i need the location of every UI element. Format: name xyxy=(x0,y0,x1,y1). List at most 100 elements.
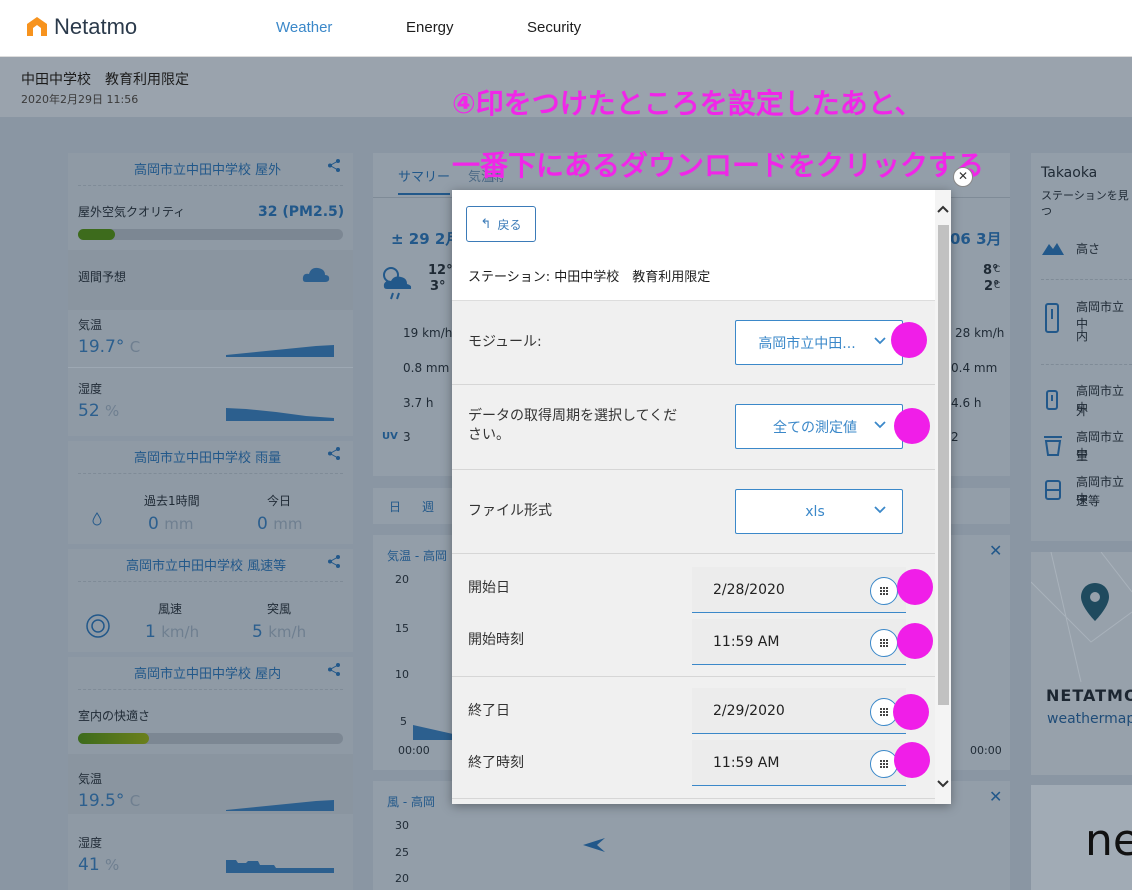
forecast-label: 週間予想 xyxy=(78,270,127,284)
card-title: 高岡市立中田中学校 風速等 xyxy=(126,559,287,574)
rain-gauge-icon xyxy=(1044,436,1062,456)
promo-panel: ne xyxy=(1031,785,1132,890)
start-row: 開始日 2/28/2020 開始時刻 11:59 AM xyxy=(452,554,935,677)
wind-gust-value: 5 km/h xyxy=(252,622,307,642)
temp-value: 19.5° C xyxy=(78,791,141,811)
start-date-input[interactable]: 2/28/2020 xyxy=(692,567,906,613)
brand-name: NETATMO xyxy=(1046,686,1132,705)
modal-station-label: ステーション: 中田中学校 教育利用限定 xyxy=(468,270,711,285)
deg-unit: C xyxy=(994,265,1001,275)
end-date-input[interactable]: 2/29/2020 xyxy=(692,688,906,734)
close-icon[interactable]: ✕ xyxy=(989,787,1002,806)
chevron-down-icon xyxy=(874,421,886,429)
anemometer-icon xyxy=(1045,480,1061,500)
range-day[interactable]: 日 xyxy=(389,498,401,515)
module-select[interactable]: 高岡市立中田... xyxy=(735,320,903,365)
end-time-input[interactable]: 11:59 AM xyxy=(692,740,906,786)
card-title: 高岡市立中田中学校 雨量 xyxy=(134,451,282,466)
period-select[interactable]: 全ての測定値 xyxy=(735,404,903,449)
annotation-marker xyxy=(893,694,929,730)
end-date-label: 終了日 xyxy=(468,703,510,719)
period-row: データの取得周期を選択してください。 全ての測定値 xyxy=(452,385,935,470)
share-icon[interactable] xyxy=(328,663,340,676)
share-icon[interactable] xyxy=(328,159,340,172)
wind-right: 28 km/h xyxy=(955,326,1005,340)
netatmo-logo[interactable]: Netatmo xyxy=(26,14,137,40)
top-navbar: Netatmo Weather Energy Security xyxy=(0,0,1132,57)
calendar-icon[interactable] xyxy=(870,577,898,605)
annotation-marker xyxy=(897,623,933,659)
wind-gust-label: 突風 xyxy=(267,602,292,616)
annotation-marker xyxy=(894,408,930,444)
wind-speed-value: 1 km/h xyxy=(145,622,200,642)
modal-scrollbar[interactable] xyxy=(935,190,951,804)
nav-security[interactable]: Security xyxy=(527,19,581,36)
back-button[interactable]: ↰ 戻る xyxy=(466,206,536,242)
start-time-label: 開始時刻 xyxy=(468,632,524,648)
modal-close-button[interactable]: ✕ xyxy=(953,167,973,187)
temp-label: 気温 xyxy=(78,772,103,786)
deg-unit: C xyxy=(994,281,1001,291)
wind-gauge-icon xyxy=(86,614,110,638)
humidity-label: 湿度 xyxy=(78,836,103,850)
format-label: ファイル形式 xyxy=(468,503,552,519)
temp-left-hi: 12° xyxy=(428,263,453,278)
comfort-bar-fill xyxy=(78,733,149,744)
logo-text: Netatmo xyxy=(54,14,138,39)
indoor-card: 高岡市立中田中学校 屋内 室内の快適さ 気温 19.5° C 湿度 41 % xyxy=(68,657,353,890)
promo-text: ne xyxy=(1085,815,1132,866)
outdoor-card: 高岡市立中田中学校 屋外 屋外空気クオリティ 32 (PM2.5) 週間予想 気… xyxy=(68,153,353,436)
indoor-module-icon xyxy=(1045,303,1059,333)
nav-energy[interactable]: Energy xyxy=(406,19,454,36)
module-label: モジュール: xyxy=(468,334,542,350)
rain-card: 高岡市立中田中学校 雨量 過去1時間 今日 0 mm 0 mm xyxy=(68,441,353,544)
air-quality-value: 32 (PM2.5) xyxy=(258,204,345,220)
clock-icon[interactable] xyxy=(870,629,898,657)
map-pin-icon xyxy=(1081,583,1109,621)
scroll-up-icon[interactable] xyxy=(937,204,949,216)
station-title: 中田中学校 教育利用限定 xyxy=(21,72,189,88)
humidity-value: 41 % xyxy=(78,855,120,875)
scroll-thumb[interactable] xyxy=(938,225,949,705)
comfort-label: 室内の快適さ xyxy=(78,709,151,723)
weathermap-link[interactable]: weathermap xyxy=(1047,711,1132,727)
map-panel[interactable]: NETATMO weathermap xyxy=(1031,552,1132,775)
share-icon[interactable] xyxy=(328,447,340,460)
divider xyxy=(78,185,343,186)
chart-area xyxy=(413,725,453,740)
close-icon[interactable]: ✕ xyxy=(989,541,1002,560)
range-week[interactable]: 週 xyxy=(422,498,434,515)
download-form: モジュール: 高岡市立中田... データの取得周期を選択してください。 全ての測… xyxy=(452,300,935,804)
altitude-label: 高さ xyxy=(1076,242,1101,256)
annotation-marker xyxy=(891,322,927,358)
mountain-icon xyxy=(1042,243,1064,255)
share-icon[interactable] xyxy=(328,555,340,568)
temp-value: 19.7° C xyxy=(78,337,141,357)
sun-cloud-rain-icon xyxy=(383,267,412,300)
start-time-input[interactable]: 11:59 AM xyxy=(692,619,906,665)
date-right: 06 3月 xyxy=(950,230,1002,248)
format-row: ファイル形式 xls xyxy=(452,470,935,554)
wind-left: 19 km/h xyxy=(403,326,453,340)
nav-weather[interactable]: Weather xyxy=(276,19,332,36)
rain-last-hour-value: 0 mm xyxy=(148,514,194,534)
end-row: 終了日 2/29/2020 終了時刻 11:59 AM xyxy=(452,677,935,799)
chevron-down-icon xyxy=(874,506,886,514)
rain-left: 0.8 mm xyxy=(403,361,450,375)
uv-label: UV xyxy=(382,431,398,442)
city-name: Takaoka xyxy=(1041,165,1098,181)
start-date-label: 開始日 xyxy=(468,580,510,596)
format-select[interactable]: xls xyxy=(735,489,903,534)
instruction-line-1: ④印をつけたところを設定したあと、 xyxy=(452,87,923,120)
rain-today-value: 0 mm xyxy=(257,514,303,534)
house-logo-icon xyxy=(27,17,47,36)
rain-right: 0.4 mm xyxy=(951,361,998,375)
scroll-down-icon[interactable] xyxy=(937,777,949,789)
annotation-marker xyxy=(894,742,930,778)
chart-title: 気温 - 高岡 xyxy=(387,549,447,563)
humidity-value: 52 % xyxy=(78,401,120,421)
tab-summary[interactable]: サマリー xyxy=(398,166,451,195)
chevron-down-icon xyxy=(874,337,886,345)
instruction-line-2: 一番下にあるダウンロードをクリックする xyxy=(452,149,985,182)
air-quality-label: 屋外空気クオリティ xyxy=(78,205,186,219)
